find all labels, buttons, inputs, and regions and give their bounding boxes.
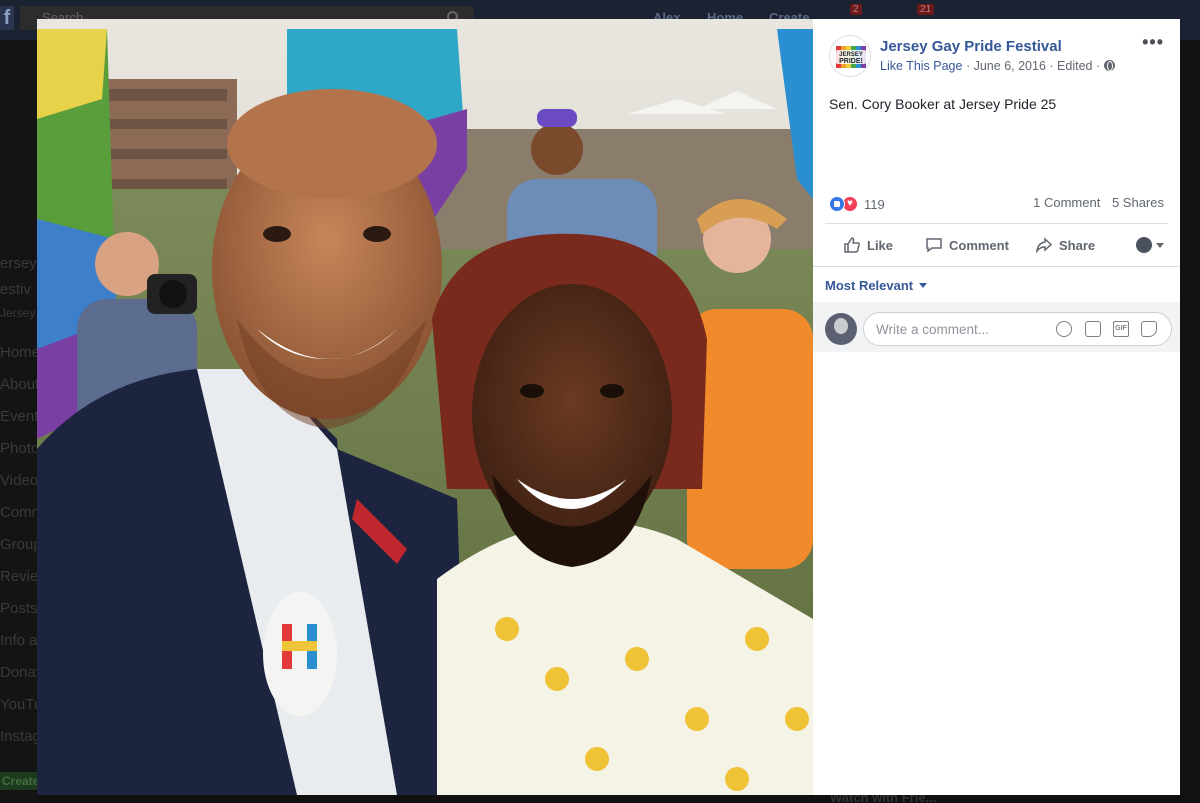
more-options-button[interactable]: •••: [1142, 33, 1164, 51]
audience-selector[interactable]: [1136, 237, 1164, 253]
side-fragment: Groups: [0, 536, 37, 553]
background-sidebar: ersey estiv Jersey Home About Events Pho…: [0, 40, 37, 803]
chevron-down-icon: [919, 283, 928, 288]
facebook-logo-icon: f: [0, 6, 14, 30]
side-fragment: estiv: [0, 281, 31, 298]
comment-icon: [926, 238, 942, 253]
notification-badge: 2: [850, 4, 862, 15]
post-photo[interactable]: [37, 19, 813, 795]
side-fragment: About: [0, 376, 37, 393]
post-date[interactable]: June 6, 2016: [974, 59, 1046, 73]
camera-icon[interactable]: [1085, 321, 1101, 337]
side-fragment: Jersey: [0, 306, 36, 320]
post-text: Sen. Cory Booker at Jersey Pride 25: [829, 96, 1057, 112]
share-icon: [1035, 237, 1053, 254]
page-avatar[interactable]: JERSEY PRIDE!: [829, 35, 871, 77]
side-fragment: Photos: [0, 440, 37, 457]
side-fragment: Home: [0, 344, 37, 361]
gif-icon[interactable]: GIF: [1113, 321, 1129, 337]
thumbs-up-icon: [844, 237, 860, 253]
chevron-down-icon: [1156, 242, 1164, 248]
avatar: [1136, 237, 1152, 253]
side-fragment: Info an: [0, 632, 37, 649]
divider: [825, 223, 1168, 224]
side-fragment: Reviews: [0, 568, 37, 585]
share-button[interactable]: Share: [1035, 236, 1095, 254]
side-fragment: Events: [0, 408, 37, 425]
reactions-summary[interactable]: ♥ 119: [829, 195, 885, 213]
post-actions: Like Comment Share: [825, 229, 1168, 261]
side-fragment: Posts: [0, 600, 37, 617]
page-name-link[interactable]: Jersey Gay Pride Festival: [880, 38, 1062, 55]
post-meta: Like This Page · June 6, 2016 · Edited ·: [880, 59, 1115, 73]
separator: ·: [965, 59, 971, 73]
notification-badge: 21: [917, 4, 935, 15]
side-fragment: Videos: [0, 472, 37, 489]
sticker-icon[interactable]: [1141, 321, 1157, 337]
like-reaction-icon: [829, 196, 845, 212]
comment-placeholder: Write a comment...: [876, 322, 990, 337]
reaction-count: 119: [864, 196, 885, 212]
comment-filter-bar: Most Relevant: [813, 266, 1180, 302]
side-fragment: Commu: [0, 504, 37, 521]
create-button: Create: [0, 772, 37, 790]
edited-label[interactable]: Edited: [1057, 59, 1092, 73]
side-fragment: Donate: [0, 664, 37, 681]
separator: ·: [1049, 59, 1054, 73]
globe-icon: [1103, 60, 1115, 71]
comment-input[interactable]: Write a comment... GIF: [863, 312, 1172, 346]
comment-label: Comment: [949, 237, 1009, 253]
side-fragment: ersey: [0, 255, 37, 272]
like-button[interactable]: Like: [843, 236, 893, 254]
filter-label: Most Relevant: [825, 278, 914, 293]
side-fragment: Instag: [0, 728, 37, 745]
jersey-pride-logo: JERSEY PRIDE!: [831, 37, 870, 76]
share-label: Share: [1059, 237, 1096, 253]
most-relevant-dropdown[interactable]: Most Relevant: [825, 278, 928, 293]
engagement-counts: 1 Comment 5 Shares: [1033, 195, 1164, 210]
separator: ·: [1095, 59, 1101, 73]
shares-count-link[interactable]: 5 Shares: [1112, 195, 1164, 210]
svg-text:PRIDE!: PRIDE!: [839, 58, 863, 65]
like-label: Like: [867, 237, 894, 253]
side-fragment: YouTub: [0, 696, 37, 713]
like-page-link[interactable]: Like This Page: [880, 59, 962, 73]
comment-button[interactable]: Comment: [925, 236, 1009, 254]
emoji-icon[interactable]: [1056, 321, 1072, 337]
comments-count-link[interactable]: 1 Comment: [1033, 195, 1100, 210]
comment-composer: Write a comment... GIF: [813, 302, 1180, 352]
post-panel: JERSEY PRIDE! Jersey Gay Pride Festival …: [813, 19, 1180, 795]
selfie-photo-illustration: [37, 19, 813, 795]
user-avatar: [825, 313, 857, 345]
